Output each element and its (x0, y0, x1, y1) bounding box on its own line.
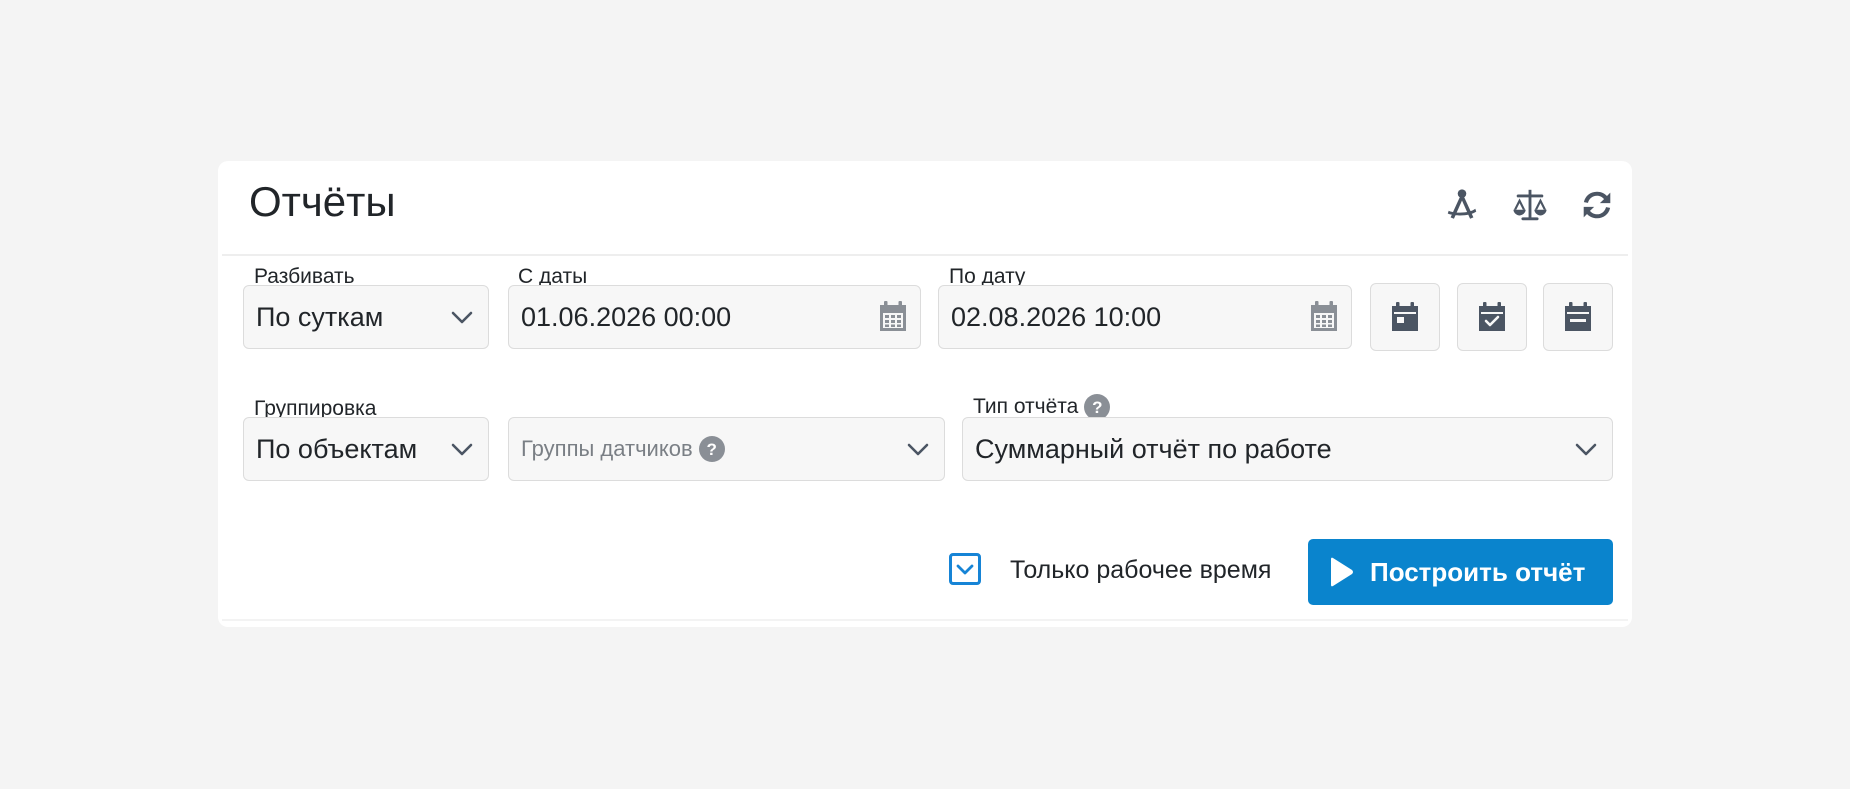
split-value: По суткам (256, 301, 384, 332)
this-week-button[interactable] (1457, 283, 1527, 351)
sensor-groups-placeholder: Группы датчиков ? (521, 436, 904, 462)
compass-button[interactable] (1440, 183, 1484, 227)
grouping-select[interactable]: По объектам (243, 417, 489, 481)
play-icon (1331, 557, 1353, 587)
this-month-button[interactable] (1543, 283, 1613, 351)
reports-card: Отчёты Разбивать По суткам С даты 01.06.… (218, 161, 1632, 627)
refresh-icon (1583, 191, 1611, 219)
chevron-down-icon (451, 311, 473, 324)
chevron-down-icon (451, 443, 473, 456)
calendar-icon (1311, 301, 1337, 331)
report-type-select[interactable]: Суммарный отчёт по работе (962, 417, 1613, 481)
build-report-button[interactable]: Построить отчёт (1308, 539, 1613, 605)
chevron-down-icon (1575, 443, 1597, 456)
page-title: Отчёты (249, 178, 396, 225)
calendar-minus-icon (1565, 302, 1591, 331)
date-from-value: 01.06.2026 00:00 (521, 301, 732, 332)
split-select[interactable]: По суткам (243, 285, 489, 349)
card-footer-divider (222, 619, 1628, 621)
scales-icon (1513, 189, 1547, 221)
calendar-day-icon (1392, 302, 1418, 331)
chevron-down-icon (907, 443, 929, 456)
check-icon (956, 564, 974, 575)
build-report-label: Построить отчёт (1370, 556, 1586, 587)
compare-button[interactable] (1508, 183, 1552, 227)
calendar-icon (880, 301, 906, 331)
grouping-value: По объектам (256, 433, 418, 464)
sensor-groups-select[interactable]: Группы датчиков ? (508, 417, 945, 481)
report-type-label-text: Тип отчёта (973, 395, 1079, 419)
date-from-input[interactable]: 01.06.2026 00:00 (508, 285, 921, 349)
sensor-groups-text: Группы датчиков (521, 436, 693, 461)
refresh-button[interactable] (1575, 183, 1619, 227)
compass-icon (1447, 189, 1477, 219)
date-to-value: 02.08.2026 10:00 (951, 301, 1162, 332)
work-time-checkbox[interactable] (949, 553, 981, 585)
help-icon[interactable]: ? (698, 436, 725, 462)
report-type-value: Суммарный отчёт по работе (975, 433, 1332, 464)
calendar-check-icon (1479, 302, 1505, 331)
today-button[interactable] (1370, 283, 1440, 351)
card-header: Отчёты (222, 161, 1628, 256)
work-time-label[interactable]: Только рабочее время (1010, 556, 1271, 585)
date-to-input[interactable]: 02.08.2026 10:00 (938, 285, 1352, 349)
